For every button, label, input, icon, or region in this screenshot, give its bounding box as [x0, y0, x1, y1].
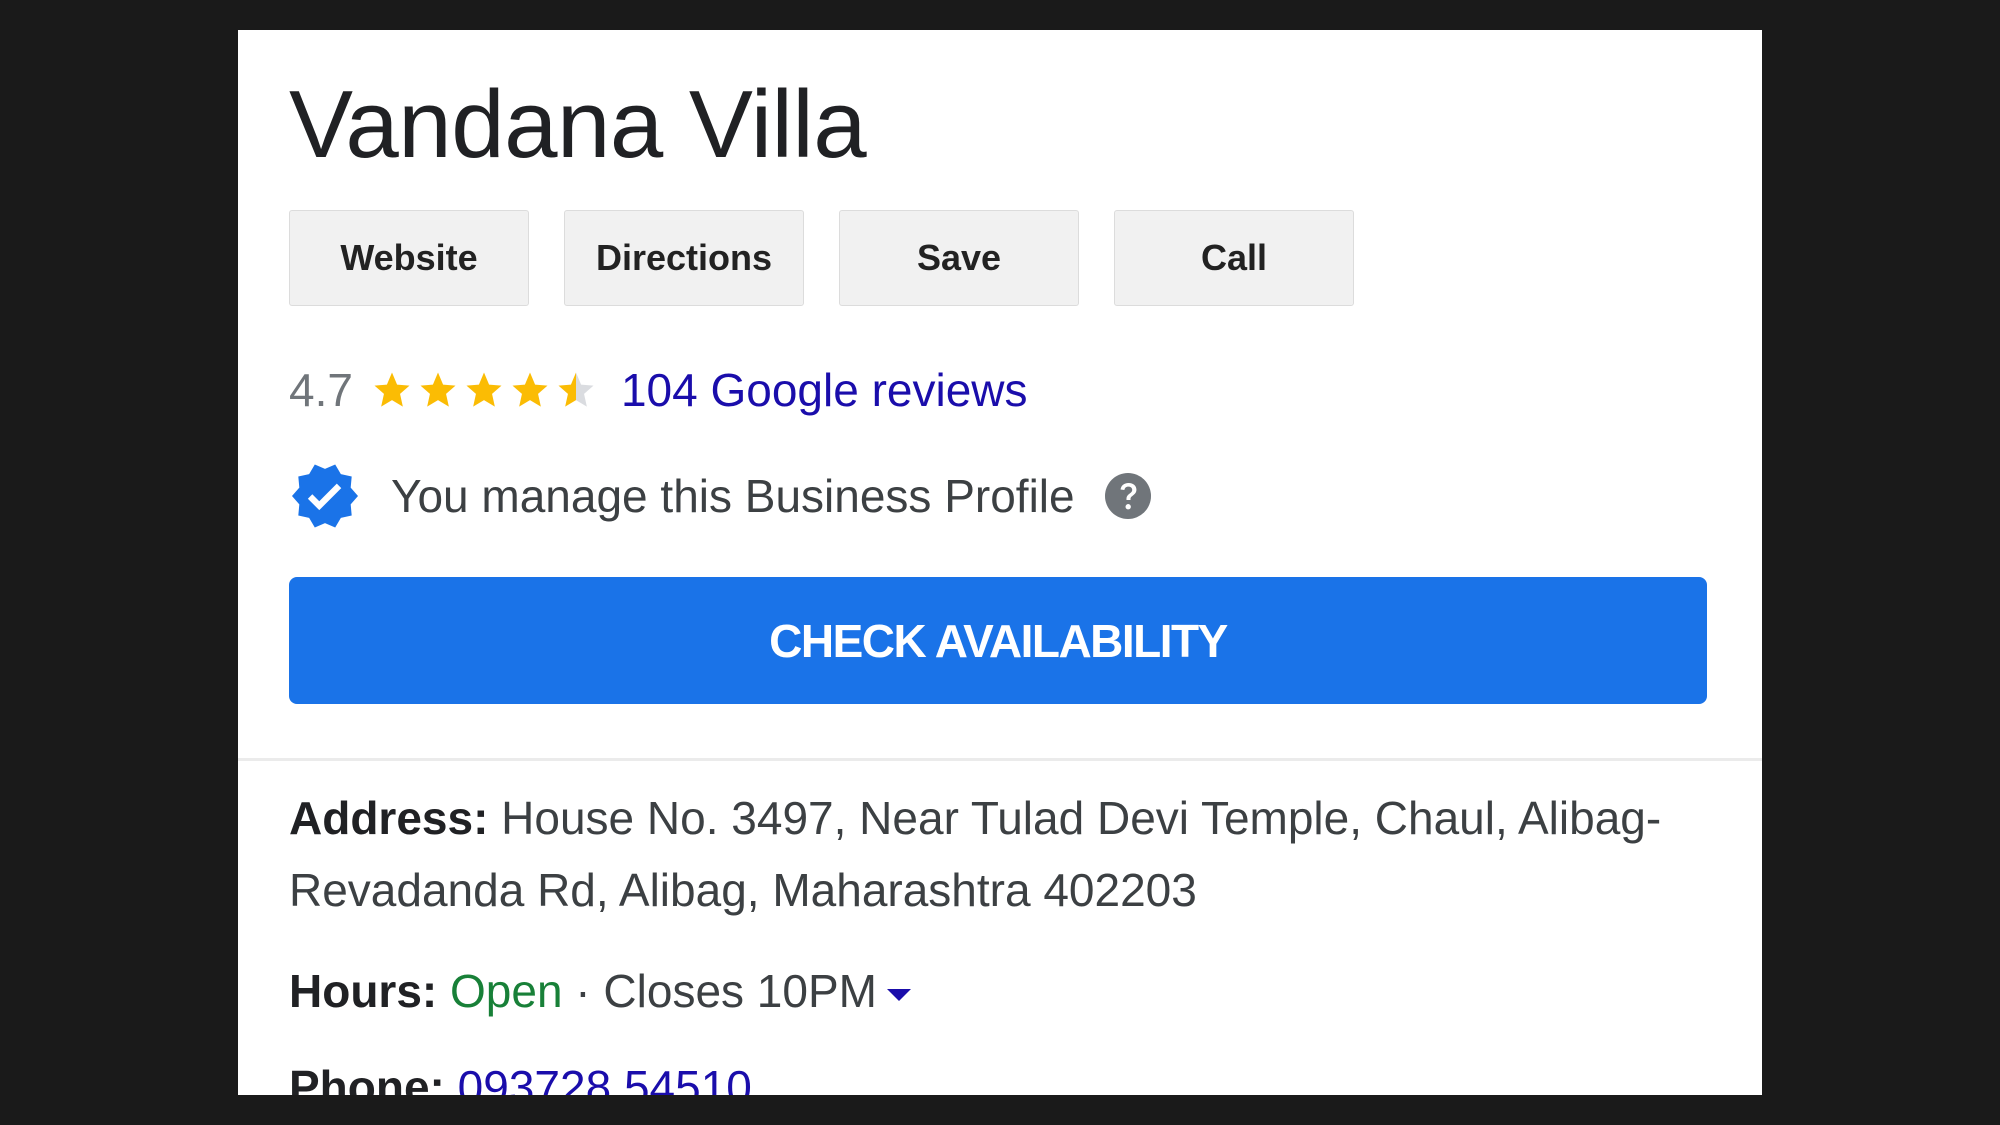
website-button[interactable]: Website — [289, 210, 529, 306]
check-availability-button[interactable]: CHECK AVAILABILITY — [289, 577, 1707, 704]
hours-dropdown-icon[interactable] — [886, 988, 911, 1001]
address-row: Address: House No. 3497, Near Tulad Devi… — [289, 782, 1729, 926]
star-icon — [420, 372, 456, 407]
call-button[interactable]: Call — [1114, 210, 1354, 306]
star-icon — [466, 372, 502, 407]
hours-status: Open — [450, 965, 563, 1017]
manage-profile-text: You manage this Business Profile — [391, 470, 1075, 522]
verified-badge-icon — [292, 464, 358, 528]
phone-row: Phone: 093728 54510 — [289, 1051, 1729, 1095]
hours-label: Hours: — [289, 965, 450, 1017]
hours-closes[interactable]: Closes 10PM — [603, 965, 877, 1017]
help-icon[interactable] — [1104, 473, 1151, 519]
star-rating — [371, 369, 601, 411]
business-name: Vandana Villa — [289, 71, 867, 178]
rating-row: 4.7 104 Google reviews — [289, 360, 1028, 420]
star-icon — [558, 372, 594, 407]
phone-link[interactable]: 093728 54510 — [458, 1061, 752, 1095]
rating-score: 4.7 — [289, 364, 353, 416]
hours-row: Hours: Open · Closes 10PM — [289, 955, 1729, 1027]
manage-profile-row: You manage this Business Profile — [289, 460, 1151, 532]
star-icon — [374, 372, 410, 407]
reviews-link[interactable]: 104 Google reviews — [621, 363, 1028, 417]
hours-separator: · — [562, 965, 604, 1017]
directions-button[interactable]: Directions — [564, 210, 804, 306]
phone-label: Phone: — [289, 1061, 458, 1095]
address-label: Address: — [289, 792, 502, 844]
star-icon — [512, 372, 548, 407]
section-divider — [238, 758, 1762, 761]
business-profile-card: Vandana Villa Website Directions Save Ca… — [238, 30, 1762, 1095]
save-button[interactable]: Save — [839, 210, 1079, 306]
